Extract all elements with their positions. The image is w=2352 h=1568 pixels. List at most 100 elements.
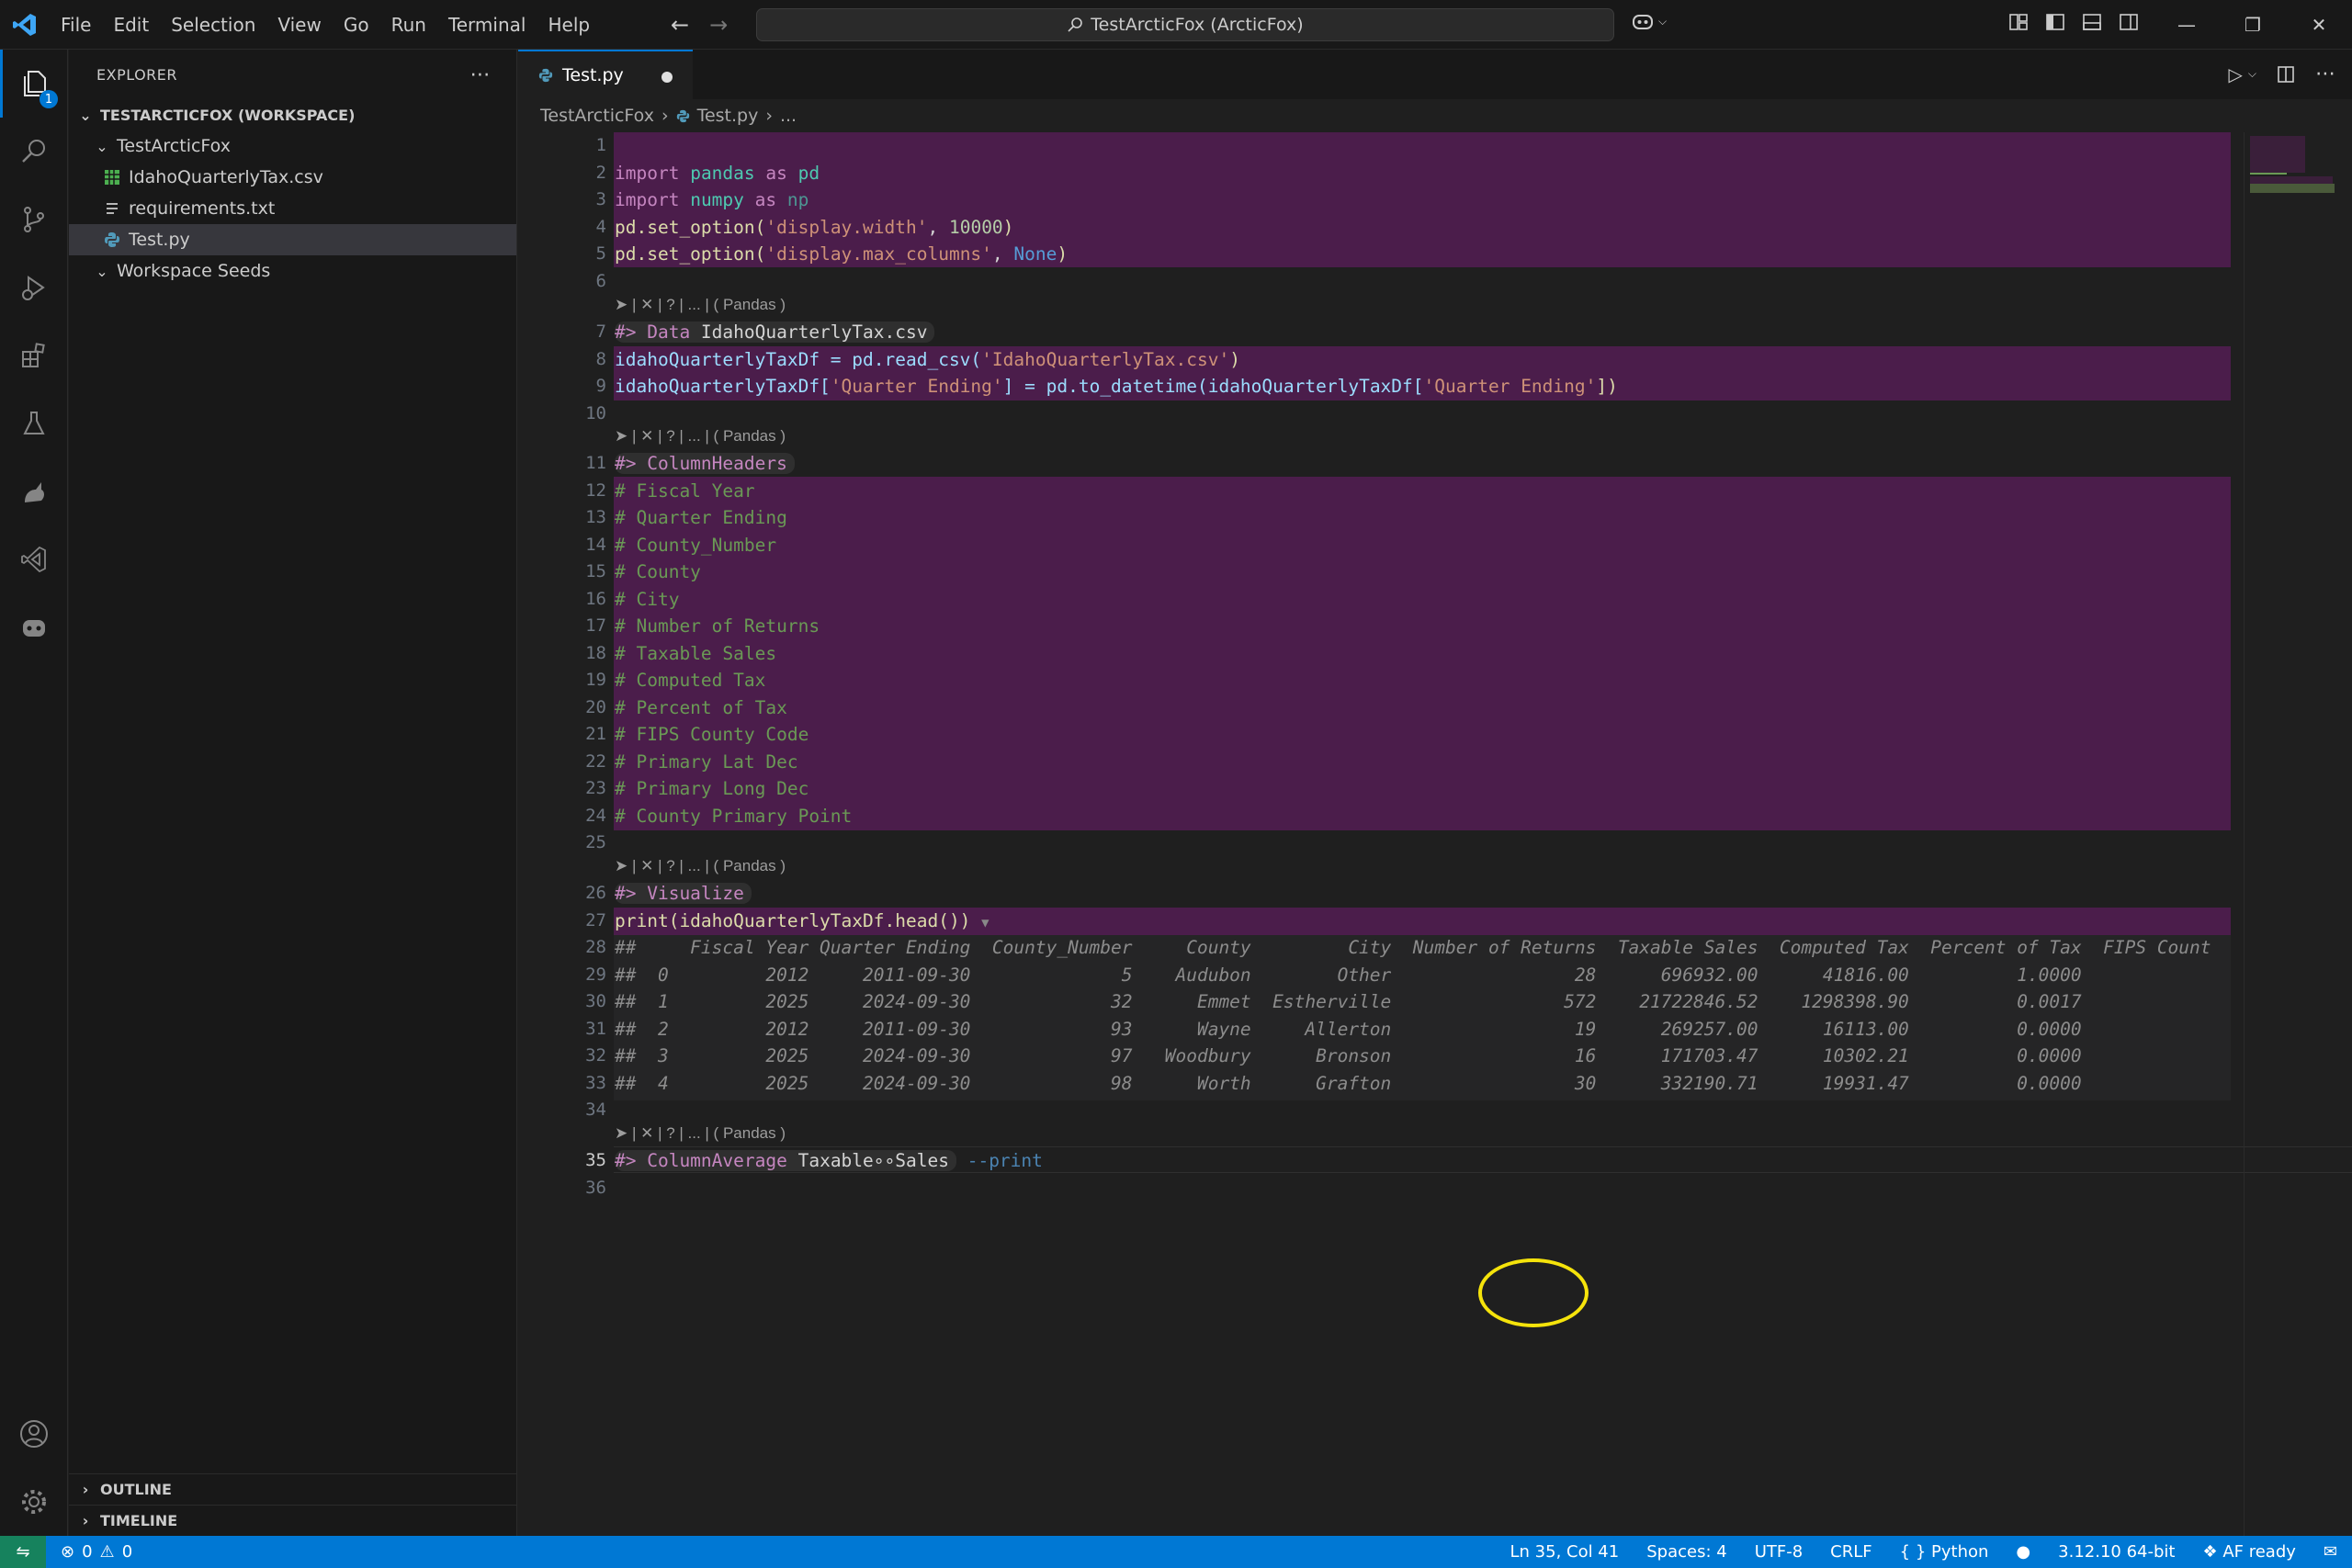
fold-arrow-icon[interactable]: ▼ (981, 916, 989, 931)
visual-studio-view-button[interactable] (0, 525, 68, 593)
unsaved-dot-icon[interactable] (662, 72, 673, 83)
command-center[interactable]: TestArcticFox (ArcticFox) (756, 8, 1614, 41)
toggle-sidebar-icon[interactable] (2045, 12, 2065, 32)
python-icon (676, 109, 689, 122)
warning-count: 0 (121, 1542, 133, 1562)
copilot-menu-button[interactable]: ⌵ (1631, 11, 1667, 31)
af-status[interactable]: ❖ AF ready (2202, 1542, 2295, 1562)
indentation[interactable]: Spaces: 4 (1646, 1542, 1726, 1562)
problems-indicator[interactable]: ⊗ 0 ⚠ 0 (46, 1542, 132, 1562)
comment-line: # Taxable Sales (615, 642, 777, 664)
python-interpreter[interactable]: 3.12.10 64-bit (2058, 1542, 2175, 1562)
copilot-status-icon[interactable]: ● (2016, 1542, 2030, 1562)
line-number: 22 (585, 750, 606, 772)
cursor-position[interactable]: Ln 35, Col 41 (1510, 1542, 1620, 1562)
split-editor-icon[interactable] (2277, 65, 2295, 84)
toggle-secondary-sidebar-icon[interactable] (2119, 12, 2139, 32)
breadcrumb-file[interactable]: Test.py (697, 106, 759, 126)
line-number: 25 (585, 832, 606, 852)
menu-file[interactable]: File (50, 0, 102, 50)
explorer-badge: 1 (40, 90, 58, 108)
back-arrow-icon[interactable]: ← (671, 12, 689, 38)
workspace-root[interactable]: ⌄ TESTARCTICFOX (WORKSPACE) (69, 99, 516, 130)
activity-bar: 1 (0, 50, 68, 1536)
csv-icon (105, 170, 119, 185)
outline-label: OUTLINE (100, 1481, 172, 1498)
customize-layout-icon[interactable] (2008, 12, 2029, 32)
copilot-icon (1633, 15, 1653, 29)
accounts-button[interactable] (0, 1400, 68, 1468)
run-debug-view-button[interactable] (0, 254, 68, 321)
testing-view-button[interactable] (0, 389, 68, 457)
menu-edit[interactable]: Edit (102, 0, 160, 50)
warning-icon: ⚠ (99, 1542, 115, 1562)
chevron-down-icon: ⌄ (79, 106, 92, 124)
visual-studio-icon (21, 546, 46, 573)
code-line: #> Data IdahoQuarterlyTax.csv (615, 319, 935, 346)
restore-icon[interactable]: ❐ (2220, 0, 2286, 50)
tab-test-py[interactable]: Test.py (518, 50, 693, 99)
minimap[interactable] (2244, 132, 2335, 1536)
menu-help[interactable]: Help (537, 0, 601, 50)
remote-indicator[interactable]: ⇋ (0, 1536, 46, 1568)
folder-workspace-seeds[interactable]: ⌄ Workspace Seeds (69, 255, 516, 287)
file-item-py[interactable]: Test.py (69, 224, 516, 255)
folder-label: TestArcticFox (117, 136, 231, 156)
line-number: 21 (585, 724, 606, 744)
end-of-line[interactable]: CRLF (1830, 1542, 1871, 1562)
code-editor[interactable]: 1 2 3 4 5 6 7 8 9 10 11 12 13 14 15 16 1… (518, 132, 2352, 1536)
chevron-down-icon[interactable]: ⌵ (2248, 67, 2256, 81)
menu-selection[interactable]: Selection (160, 0, 266, 50)
text-file-icon (107, 203, 118, 214)
menu-run[interactable]: Run (380, 0, 437, 50)
explorer-view-button[interactable]: 1 (0, 50, 68, 118)
run-python-file-icon[interactable]: ▷ (2229, 63, 2243, 85)
arcticfox-view-button[interactable] (0, 457, 68, 525)
line-number: 28 (585, 937, 606, 957)
line-number: 10 (585, 402, 606, 423)
more-actions-icon[interactable]: ⋯ (470, 63, 492, 86)
cell-toolbar[interactable]: ➤ | ✕ | ? | ... | ( Pandas ) (615, 1124, 786, 1143)
title-bar: File Edit Selection View Go Run Terminal… (0, 0, 2352, 50)
more-actions-icon[interactable]: ⋯ (2315, 62, 2335, 85)
folder-testarcticfox[interactable]: ⌄ TestArcticFox (69, 130, 516, 162)
tab-label: Test.py (562, 65, 624, 85)
folder-label: Workspace Seeds (117, 261, 271, 281)
comment-line: # Computed Tax (615, 670, 766, 691)
timeline-label: TIMELINE (100, 1512, 178, 1529)
cell-toolbar[interactable]: ➤ | ✕ | ? | ... | ( Pandas ) (615, 427, 786, 446)
line-number: 2 (595, 162, 606, 183)
source-control-view-button[interactable] (0, 186, 68, 254)
chevron-down-icon: ⌄ (96, 137, 108, 155)
extensions-view-button[interactable] (0, 321, 68, 389)
menu-go[interactable]: Go (333, 0, 380, 50)
search-view-button[interactable] (0, 118, 68, 186)
code-line: import pandas as pd (615, 162, 820, 184)
line-number: 29 (585, 964, 606, 985)
python-icon (105, 232, 119, 247)
timeline-section[interactable]: › TIMELINE (69, 1505, 517, 1536)
breadcrumb-folder[interactable]: TestArcticFox (540, 106, 654, 126)
cell-toolbar[interactable]: ➤ | ✕ | ? | ... | ( Pandas ) (615, 857, 786, 875)
cell-toolbar[interactable]: ➤ | ✕ | ? | ... | ( Pandas ) (615, 296, 786, 314)
breadcrumb-symbol[interactable]: ... (780, 106, 797, 126)
copilot-view-button[interactable] (0, 593, 68, 661)
minimize-icon[interactable]: — (2154, 0, 2220, 50)
notifications-bell-icon[interactable]: ✉ (2324, 1542, 2337, 1562)
vscode-logo-icon (0, 0, 50, 50)
arcticfox-icon (25, 482, 44, 502)
forward-arrow-icon[interactable]: → (709, 12, 728, 38)
close-icon[interactable]: ✕ (2286, 0, 2352, 50)
line-number: 30 (585, 991, 606, 1011)
file-item-csv[interactable]: IdahoQuarterlyTax.csv (69, 162, 516, 193)
menu-view[interactable]: View (266, 0, 332, 50)
toggle-panel-icon[interactable] (2082, 12, 2102, 32)
encoding[interactable]: UTF-8 (1755, 1542, 1803, 1562)
comment-line: # County (615, 561, 701, 582)
outline-section[interactable]: › OUTLINE (69, 1473, 517, 1505)
status-bar: ⇋ ⊗ 0 ⚠ 0 Ln 35, Col 41 Spaces: 4 UTF-8 … (0, 1536, 2352, 1568)
menu-terminal[interactable]: Terminal (437, 0, 537, 50)
language-mode[interactable]: { } Python (1900, 1542, 1989, 1562)
manage-settings-button[interactable] (0, 1468, 68, 1536)
file-item-txt[interactable]: requirements.txt (69, 193, 516, 224)
